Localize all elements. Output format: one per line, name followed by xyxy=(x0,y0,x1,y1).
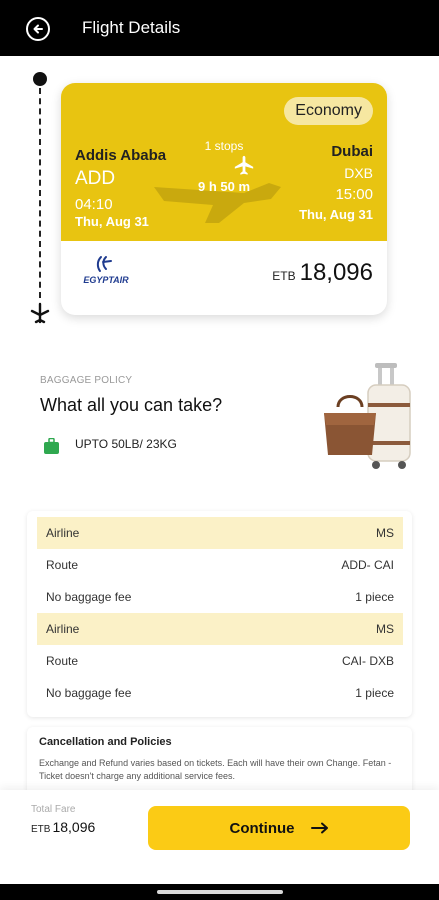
arrival-time: 15:00 xyxy=(335,186,373,203)
detail-value: MS xyxy=(376,526,394,540)
detail-row: No baggage fee 1 piece xyxy=(37,581,403,613)
detail-value: MS xyxy=(376,622,394,636)
continue-button[interactable]: Continue xyxy=(148,806,410,850)
back-arrow-icon xyxy=(33,24,43,34)
flight-card[interactable]: Economy Addis Ababa ADD 04:10 Thu, Aug 3… xyxy=(61,83,387,315)
arrival-date: Thu, Aug 31 xyxy=(299,207,373,222)
price-amount: 18,096 xyxy=(299,259,373,286)
total-currency: ETB xyxy=(31,824,51,835)
total-fare: ETB 18,096 xyxy=(31,819,95,835)
arrow-right-icon xyxy=(310,822,328,834)
policy-text: Exchange and Refund varies based on tick… xyxy=(39,758,392,781)
detail-value: CAI- DXB xyxy=(341,654,394,668)
home-indicator[interactable] xyxy=(157,890,283,894)
timeline-line xyxy=(39,88,41,298)
luggage-icon xyxy=(44,438,59,454)
detail-value: ADD- CAI xyxy=(341,558,394,572)
departure-time: 04:10 xyxy=(75,196,113,213)
landing-plane-icon xyxy=(30,302,50,324)
total-fare-label: Total Fare xyxy=(31,804,76,815)
detail-label: No baggage fee xyxy=(46,686,132,700)
detail-label: Airline xyxy=(46,526,80,540)
detail-value: 1 piece xyxy=(355,686,394,700)
price-currency: ETB xyxy=(272,269,296,283)
luggage-image xyxy=(324,363,411,469)
egyptair-logo: EGYPTAIR xyxy=(83,256,129,285)
baggage-allowance: UPTO 50LB/ 23KG xyxy=(75,437,177,451)
detail-label: Airline xyxy=(46,622,80,636)
destination-city: Dubai xyxy=(331,143,373,160)
class-badge: Economy xyxy=(284,97,373,125)
origin-dot xyxy=(33,72,47,86)
plane-icon xyxy=(234,155,254,175)
fare-price: ETB 18,096 xyxy=(272,259,373,287)
plane-watermark-icon xyxy=(154,183,281,223)
detail-label: Route xyxy=(46,654,79,668)
svg-text:EGYPTAIR: EGYPTAIR xyxy=(83,275,129,285)
continue-label: Continue xyxy=(229,819,295,837)
detail-label: No baggage fee xyxy=(46,590,132,604)
page-title: Flight Details xyxy=(82,18,181,37)
detail-row: Route ADD- CAI xyxy=(37,549,403,581)
detail-row: Airline MS xyxy=(37,613,403,645)
policy-title: Cancellation and Policies xyxy=(39,736,172,748)
detail-value: 1 piece xyxy=(355,590,394,604)
baggage-section-label: BAGGAGE POLICY xyxy=(40,375,133,386)
cancellation-policy-card[interactable]: Cancellation and Policies Exchange and R… xyxy=(27,727,412,797)
back-button[interactable] xyxy=(26,17,50,41)
detail-label: Route xyxy=(46,558,79,572)
app-header: Flight Details xyxy=(0,0,439,56)
detail-row: No baggage fee 1 piece xyxy=(37,677,403,709)
detail-row: Airline MS xyxy=(37,517,403,549)
baggage-details-card: Airline MS Route ADD- CAI No baggage fee 1 pi… xyxy=(27,511,412,717)
departure-date: Thu, Aug 31 xyxy=(75,214,149,229)
baggage-title: What all you can take? xyxy=(40,395,223,415)
detail-row: Route CAI- DXB xyxy=(37,645,403,677)
total-amount: 18,096 xyxy=(52,819,96,835)
system-nav-bar xyxy=(0,884,439,900)
flight-summary: Economy Addis Ababa ADD 04:10 Thu, Aug 3… xyxy=(61,83,387,241)
destination-code: DXB xyxy=(344,165,373,181)
